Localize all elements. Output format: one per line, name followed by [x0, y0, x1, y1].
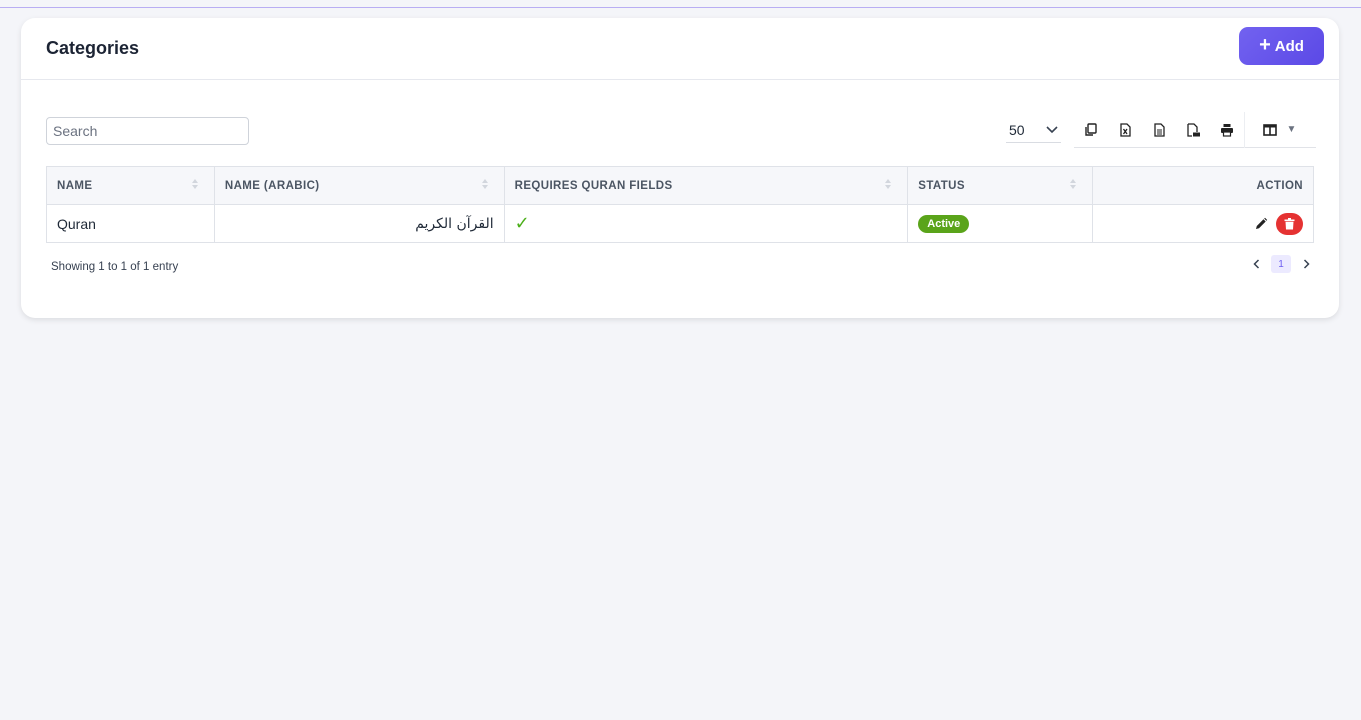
pagination: 1 — [1250, 255, 1312, 273]
plus-icon: + — [1259, 34, 1271, 56]
chevron-down-icon — [1046, 125, 1058, 133]
column-header-label: REQUIRES QURAN FIELDS — [514, 179, 673, 192]
page-title: Categories — [46, 38, 140, 58]
caret-down-icon: ▼ — [1286, 124, 1297, 135]
copy-icon — [1085, 122, 1097, 136]
copy-button[interactable] — [1074, 115, 1108, 145]
trash-icon — [1284, 217, 1295, 229]
column-header-label: NAME — [57, 179, 93, 192]
categories-card: Categories + Add 50 — [21, 18, 1339, 318]
chevron-right-icon — [1303, 259, 1310, 269]
column-header-label: NAME (ARABIC) — [224, 179, 320, 192]
column-header-action: ACTION — [1092, 166, 1314, 205]
add-button[interactable]: + Add — [1239, 27, 1324, 65]
column-header-name[interactable]: NAME — [46, 166, 215, 205]
sort-icon — [1069, 179, 1077, 193]
print-button[interactable] — [1210, 115, 1244, 145]
table-header-row: NAME NAME (ARABIC) REQUIRES QURAN FIELDS… — [46, 166, 1314, 205]
column-header-requires-quran-fields[interactable]: REQUIRES QURAN FIELDS — [503, 166, 909, 205]
table-row: Quran القرآن الكريم ✓ Active — [46, 204, 1314, 243]
pdf-button[interactable] — [1176, 115, 1210, 145]
prev-page-button[interactable] — [1250, 256, 1262, 272]
columns-icon — [1262, 123, 1277, 136]
column-header-label: ACTION — [1256, 179, 1303, 192]
pencil-icon — [1256, 217, 1268, 229]
cell-requires-quran-fields: ✓ — [503, 204, 909, 243]
sort-icon — [481, 179, 489, 193]
print-icon — [1221, 123, 1233, 137]
export-toolbar: ▼ — [1074, 111, 1316, 148]
page-size-select[interactable]: 50 — [1006, 117, 1061, 143]
csv-icon — [1154, 122, 1165, 137]
next-page-button[interactable] — [1300, 256, 1312, 272]
categories-table: NAME NAME (ARABIC) REQUIRES QURAN FIELDS… — [46, 166, 1314, 243]
search-input[interactable] — [46, 117, 249, 145]
sort-icon — [191, 179, 199, 193]
cell-name: Quran — [46, 204, 215, 243]
status-badge: Active — [918, 215, 970, 233]
table-info: Showing 1 to 1 of 1 entry — [51, 261, 179, 273]
add-button-label: Add — [1274, 37, 1304, 55]
csv-button[interactable] — [1142, 115, 1176, 145]
column-visibility-button[interactable]: ▼ — [1244, 111, 1314, 148]
card-header: Categories + Add — [21, 18, 1339, 80]
edit-button[interactable] — [1254, 217, 1268, 231]
cell-status: Active — [907, 204, 1094, 243]
page-number-button[interactable]: 1 — [1271, 255, 1291, 273]
excel-icon — [1120, 122, 1131, 137]
column-header-status[interactable]: STATUS — [907, 166, 1094, 205]
delete-button[interactable] — [1276, 212, 1303, 235]
column-header-label: STATUS — [918, 179, 965, 192]
chevron-left-icon — [1252, 259, 1259, 269]
pdf-icon — [1187, 122, 1200, 137]
cell-name-arabic: القرآن الكريم — [213, 204, 505, 243]
top-accent-line — [0, 0, 1361, 8]
sort-icon — [884, 179, 892, 193]
column-header-name-arabic[interactable]: NAME (ARABIC) — [213, 166, 505, 205]
excel-button[interactable] — [1108, 115, 1142, 145]
cell-actions — [1092, 204, 1314, 243]
check-icon: ✓ — [514, 213, 530, 233]
page-size-value: 50 — [1009, 121, 1025, 138]
